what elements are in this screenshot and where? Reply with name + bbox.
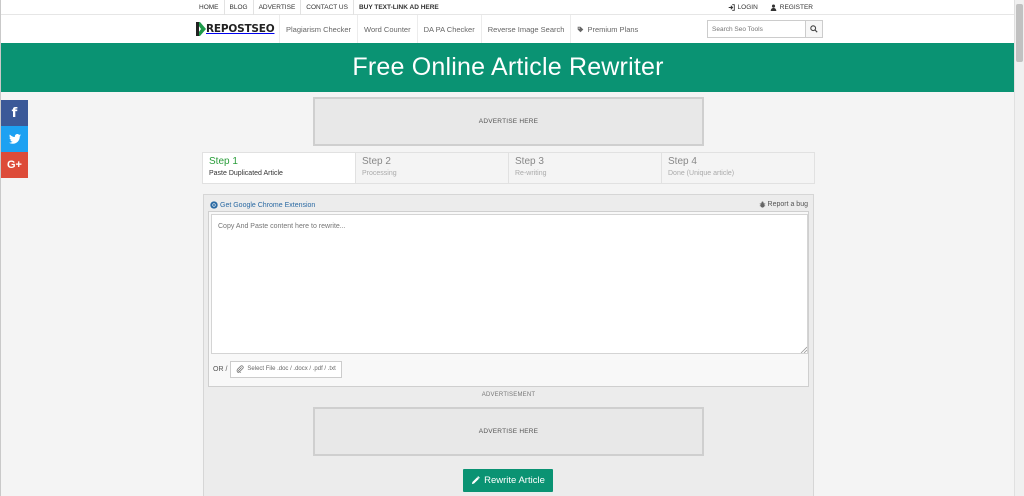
paperclip-icon [237,365,244,373]
googleplus-share-button[interactable]: G+ [1,152,28,178]
twitter-share-button[interactable] [1,126,28,152]
advertise-here-top-label: ADVERTISE HERE [478,118,539,125]
logo-text: REPOSTSEO [206,23,275,35]
facebook-share-button[interactable]: f [1,100,28,126]
input-area: OR / Select File .doc / .docx / .pdf / .… [208,211,809,387]
top-link-home[interactable]: HOME [195,0,224,15]
auth-links: LOGIN REGISTER [722,0,819,15]
progress-steps: Step 1 Paste Duplicated Article Step 2 P… [202,152,815,184]
search-button[interactable] [805,20,823,38]
top-link-buy-text-link[interactable]: BUY TEXT-LINK AD HERE [352,0,444,15]
page: HOME BLOG ADVERTISE CONTACT US BUY TEXT-… [0,0,1015,496]
step-4-number: Step 4 [668,156,697,167]
step-1-description: Paste Duplicated Article [209,170,283,177]
nav-word-counter[interactable]: Word Counter [357,15,417,43]
top-link-advertise[interactable]: ADVERTISE [252,0,301,15]
top-link-blog[interactable]: BLOG [223,0,253,15]
search-box [707,20,823,38]
step-2-number: Step 2 [362,156,391,167]
rewrite-article-button[interactable]: Rewrite Article [463,469,553,492]
social-share-bar: f G+ [1,100,28,178]
or-label: OR / [213,365,228,373]
chrome-extension-link[interactable]: Get Google Chrome Extension [210,201,315,209]
sign-in-icon [728,4,735,11]
advertise-here-middle[interactable]: ADVERTISE HERE [313,407,704,456]
hero-banner: Free Online Article Rewriter [1,43,1015,92]
advertise-here-top[interactable]: ADVERTISE HERE [313,97,704,146]
nav-premium-plans-label: Premium Plans [587,24,639,34]
tag-icon [578,26,584,32]
file-upload-row: OR / Select File .doc / .docx / .pdf / .… [213,360,342,378]
advertise-here-middle-label: ADVERTISE HERE [478,428,539,435]
chrome-extension-label: Get Google Chrome Extension [220,201,316,209]
search-icon [810,25,818,33]
top-links: HOME BLOG ADVERTISE CONTACT US BUY TEXT-… [195,0,444,15]
register-link[interactable]: REGISTER [764,0,819,15]
user-icon [770,4,777,11]
resize-handle-icon[interactable] [800,346,807,353]
step-3-description: Re-writing [515,170,547,177]
nav-plagiarism-checker[interactable]: Plagiarism Checker [279,15,357,43]
top-link-contact[interactable]: CONTACT US [300,0,353,15]
report-bug-link[interactable]: Report a bug [759,201,808,208]
register-label: REGISTER [779,4,813,11]
select-file-label: Select File .doc / .docx / .pdf / .txt [247,366,336,372]
report-bug-label: Report a bug [767,201,808,208]
step-2: Step 2 Processing [355,153,508,183]
twitter-icon [8,134,21,144]
advertisement-caption: ADVERTISEMENT [481,392,536,398]
step-3-number: Step 3 [515,156,544,167]
googleplus-icon: G+ [7,159,22,171]
step-3: Step 3 Re-writing [508,153,661,183]
login-label: LOGIN [737,4,758,11]
search-input[interactable] [707,20,805,38]
tool-nav: Plagiarism Checker Word Counter DA PA Ch… [279,15,644,43]
chrome-icon [210,201,218,209]
step-4: Step 4 Done (Unique article) [661,153,814,183]
step-1-number: Step 1 [209,156,238,167]
bug-icon [759,201,765,208]
step-2-description: Processing [362,170,397,177]
scrollbar-thumb[interactable] [1016,4,1023,62]
nav-premium-plans[interactable]: Premium Plans [570,15,644,43]
rewrite-article-label: Rewrite Article [484,475,545,486]
nav-da-pa-checker[interactable]: DA PA Checker [416,15,481,43]
step-1: Step 1 Paste Duplicated Article [203,153,355,183]
article-textarea[interactable] [211,214,808,354]
page-title: Free Online Article Rewriter [352,53,664,81]
pencil-icon [472,476,480,485]
site-logo[interactable]: REPOSTSEO [195,20,275,38]
select-file-button[interactable]: Select File .doc / .docx / .pdf / .txt [230,360,342,378]
top-utility-bar: HOME BLOG ADVERTISE CONTACT US BUY TEXT-… [1,0,1015,15]
facebook-icon: f [11,105,18,121]
main-navbar: REPOSTSEO Plagiarism Checker Word Counte… [1,15,1015,43]
login-link[interactable]: LOGIN [722,0,764,15]
logo-mark-icon [196,22,206,36]
step-4-description: Done (Unique article) [668,170,735,177]
nav-reverse-image-search[interactable]: Reverse Image Search [480,15,571,43]
page-scrollbar[interactable] [1014,0,1024,496]
